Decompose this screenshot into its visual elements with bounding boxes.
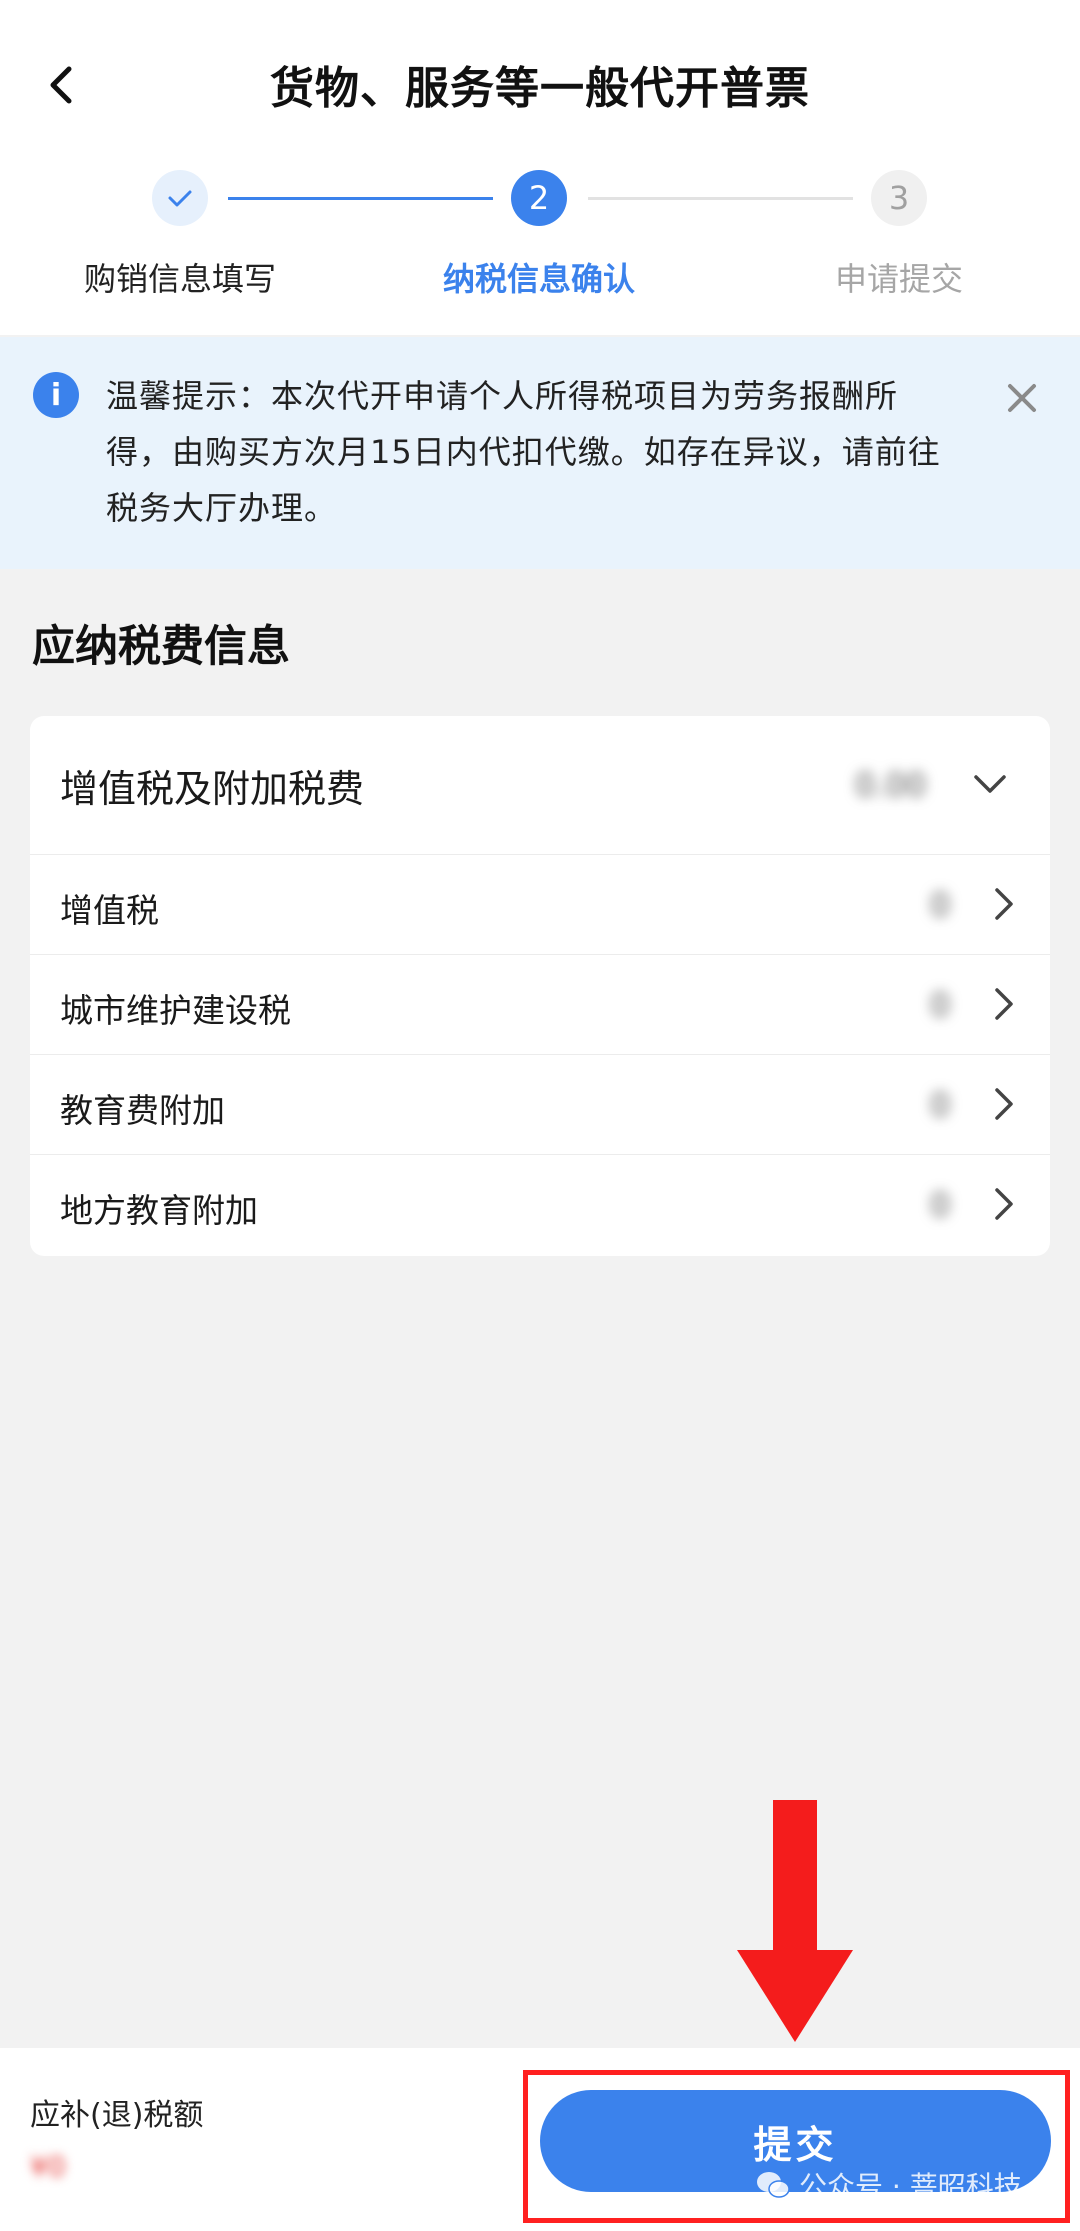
tax-item-amount: 0: [930, 1186, 951, 1224]
app-header: 货物、服务等一般代开普票 2 3 购销信息填写 纳税信息确认 申请提交: [0, 0, 1080, 335]
watermark-text: 公众号 · 菩昭科技: [799, 2170, 1022, 2203]
tax-item-label: 城市维护建设税: [60, 991, 291, 1030]
tax-group-label: 增值税及附加税费: [60, 767, 365, 811]
info-icon: i: [33, 372, 79, 418]
chevron-right-icon: [995, 888, 1013, 920]
chevron-right-icon: [995, 988, 1013, 1020]
tax-item-label: 地方教育附加: [60, 1191, 258, 1230]
step-1-indicator: [152, 170, 208, 226]
wechat-icon: [757, 2172, 790, 2198]
step-3-label: 申请提交: [834, 260, 963, 298]
page-title: 货物、服务等一般代开普票: [270, 63, 810, 114]
tax-item-row[interactable]: 城市维护建设税 0: [30, 954, 1050, 1055]
check-icon: [168, 190, 192, 207]
watermark: 公众号 · 菩昭科技: [755, 2165, 1022, 2205]
tax-item-row[interactable]: 教育费附加 0: [30, 1054, 1050, 1155]
tax-group-header[interactable]: 增值税及附加税费 0.00: [30, 716, 1050, 855]
notice-text: 温馨提示：本次代开申请个人所得税项目为劳务报酬所得，由购买方次月15日内代扣代缴…: [106, 377, 941, 527]
tax-item-row[interactable]: 地方教育附加 0: [30, 1154, 1050, 1254]
step-1-label: 购销信息填写: [83, 260, 276, 298]
total-value: ¥0: [30, 2150, 66, 2183]
step-3-indicator: 3: [871, 170, 927, 226]
tax-info-card: 增值税及附加税费 0.00 增值税 0 城市维护建设税 0 教育费附加 0 地方…: [30, 716, 1050, 1256]
step-connector-todo: [588, 197, 853, 200]
tax-item-amount: 0: [930, 986, 951, 1024]
total-label: 应补(退)税额: [30, 2098, 204, 2133]
progress-stepper: 2 3 购销信息填写 纳税信息确认 申请提交: [0, 170, 1080, 310]
close-icon: [1008, 384, 1036, 412]
tax-item-amount: 0: [930, 1086, 951, 1124]
tax-item-row[interactable]: 增值税 0: [30, 854, 1050, 955]
tax-group-amount: 0.00: [855, 766, 927, 804]
tax-item-amount: 0: [930, 886, 951, 924]
arrow-down-icon: [737, 1800, 853, 2042]
close-notice-button[interactable]: [1000, 376, 1044, 420]
chevron-right-icon: [995, 1088, 1013, 1120]
tax-item-label: 增值税: [60, 891, 159, 930]
step-2-label: 纳税信息确认: [442, 260, 635, 298]
step-connector-done: [228, 197, 493, 200]
tax-item-label: 教育费附加: [60, 1091, 225, 1130]
chevron-right-icon: [995, 1188, 1013, 1220]
section-title: 应纳税费信息: [32, 622, 290, 672]
step-2-indicator: 2: [511, 170, 567, 226]
chevron-down-icon: [974, 775, 1006, 793]
